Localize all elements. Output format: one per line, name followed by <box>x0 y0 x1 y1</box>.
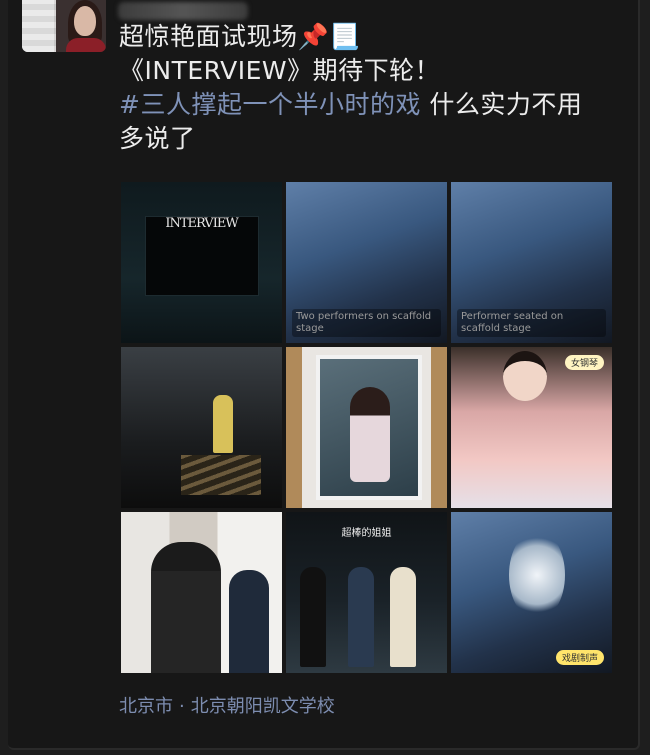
stage-stairs <box>181 455 261 495</box>
post-line-3: #三人撑起一个半小时的戏 什么实力不用 <box>119 88 629 122</box>
photo-tile-4[interactable] <box>121 347 282 508</box>
photo-tile-3[interactable]: Performer seated on scaffold stage <box>451 182 612 343</box>
photo-top-caption: 超棒的姐姐 <box>341 528 392 539</box>
photo-tile-6[interactable]: 女钢琴 <box>451 347 612 508</box>
post-line-2: 《INTERVIEW》期待下轮！ <box>119 56 441 85</box>
poster-figure <box>350 387 390 482</box>
photo-tile-2[interactable]: Two performers on scaffold stage <box>286 182 447 343</box>
photo-grid: INTERVIEW Two performers on scaffold sta… <box>121 182 613 673</box>
avatar-blur <box>22 0 56 52</box>
post-text: 超惊艳面试现场📌📃 《INTERVIEW》期待下轮！ #三人撑起一个半小时的戏 … <box>119 20 629 156</box>
location-tag[interactable]: 北京市 · 北京朝阳凯文学校 <box>119 692 335 718</box>
actress-face <box>503 351 547 401</box>
user-avatar[interactable] <box>22 0 106 52</box>
performer-figure <box>300 567 326 667</box>
photo-tile-1[interactable]: INTERVIEW <box>121 182 282 343</box>
post-line-4: 多说了 <box>119 124 196 153</box>
photo-tile-9[interactable]: 戏剧制声 <box>451 512 612 673</box>
stage-tree <box>509 530 565 620</box>
avatar-face <box>74 6 96 36</box>
person-figure <box>151 542 221 673</box>
location-city: 北京市 <box>119 696 173 717</box>
photo-tag: 戏剧制声 <box>555 650 604 665</box>
location-separator: · <box>179 696 185 717</box>
username-redacted <box>118 2 248 20</box>
interview-logo: INTERVIEW <box>165 216 238 231</box>
post-hashtag[interactable]: #三人撑起一个半小时的戏 <box>119 90 421 119</box>
performer-figure <box>348 567 374 667</box>
performer-figure <box>390 567 416 667</box>
photo-caption: Two performers on scaffold stage <box>292 309 441 337</box>
post-line-1: 超惊艳面试现场📌📃 <box>119 22 361 51</box>
actor-figure <box>213 395 233 453</box>
photo-tile-5[interactable] <box>286 347 447 508</box>
photo-caption: Performer seated on scaffold stage <box>457 309 606 337</box>
photo-tile-7[interactable] <box>121 512 282 673</box>
post-card: 超惊艳面试现场📌📃 《INTERVIEW》期待下轮！ #三人撑起一个半小时的戏 … <box>8 0 640 750</box>
photo-badge: 女钢琴 <box>564 355 604 370</box>
post-line-3-rest: 什么实力不用 <box>420 90 583 119</box>
avatar-shirt <box>66 38 106 52</box>
person-figure <box>229 570 269 673</box>
location-venue: 北京朝阳凯文学校 <box>190 696 335 717</box>
photo-tile-8[interactable]: 超棒的姐姐 <box>286 512 447 673</box>
